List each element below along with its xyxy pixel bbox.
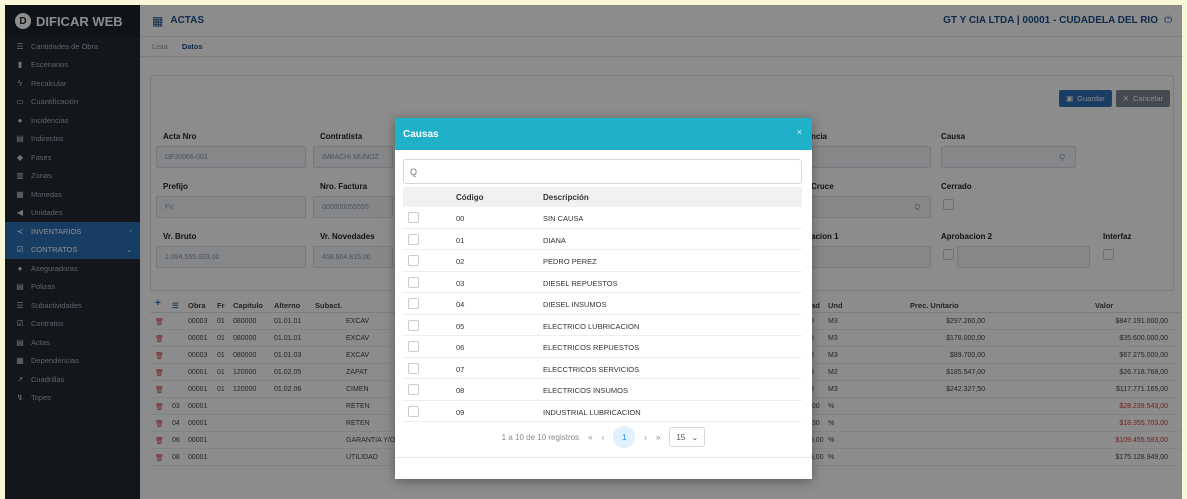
row-checkbox[interactable] [408,276,419,288]
causas-modal: Causas × Q Código Descripción 00 SIN CAUS… [395,118,812,479]
list-item[interactable]: 04 DIESEL INSUMOS [403,293,802,315]
row-checkbox[interactable] [408,405,419,417]
col-descripcion: Descripción [543,193,589,202]
row-checkbox[interactable] [408,255,419,266]
cell-codigo: 02 [456,257,465,266]
list-item[interactable]: 05 ELECTRICO LUBRICACION [403,315,802,336]
cell-codigo: 00 [456,214,465,223]
close-icon[interactable]: × [797,127,802,137]
cell-descripcion: INDUSTRIAL LUBRICACION [543,407,641,417]
row-checkbox[interactable] [408,341,419,352]
cell-codigo: 01 [456,235,465,245]
app-window: D DIFICAR WEB ☰ Cantidades de Obra ▮ Escena… [5,5,1182,499]
row-checkbox[interactable] [408,384,419,395]
modal-search-input[interactable]: Q [403,159,802,184]
row-checkbox[interactable] [408,212,419,223]
row-checkbox[interactable] [408,298,419,309]
sidebar-backdrop[interactable] [5,5,140,499]
row-checkbox[interactable] [408,362,419,374]
list-item[interactable]: 09 INDUSTRIAL LUBRICACION [403,401,802,422]
list-item[interactable]: 01 DIANA [403,229,802,250]
list-item[interactable]: 03 DIESEL REPUESTOS [403,272,802,293]
cell-codigo: 09 [456,407,465,417]
chevron-down-icon: ⌄ [691,432,699,442]
modal-table-header: Código Descripción [403,187,802,207]
pagination-summary: 1 a 10 de 10 registros [501,432,580,442]
list-item[interactable]: 00 SIN CAUSA [403,207,802,229]
last-page-icon[interactable]: » [656,433,660,442]
row-checkbox[interactable] [408,233,419,245]
cell-codigo: 04 [456,300,465,309]
cell-descripcion: DIANA [543,235,566,245]
prev-page-icon[interactable]: ‹ [602,433,605,442]
cell-descripcion: DIESEL INSUMOS [543,300,607,309]
cell-descripcion: PEDRO PEREZ [543,257,597,266]
cell-codigo: 06 [456,343,465,352]
cell-descripcion: ELECTRICO LUBRICACION [543,321,640,331]
page-size-value: 15 [676,432,686,442]
cell-codigo: 08 [456,386,465,395]
pagination: 1 a 10 de 10 registros « ‹ 1 › » 15 ⌄ [395,426,812,448]
list-item[interactable]: 07 ELECCTRICOS SERVICIOS [403,358,802,379]
col-codigo: Código [456,193,484,202]
modal-title: Causas [403,128,439,140]
cell-codigo: 07 [456,364,465,374]
first-page-icon[interactable]: « [588,433,592,442]
row-checkbox[interactable] [408,319,419,331]
search-icon: Q [410,166,418,177]
list-item[interactable]: 06 ELECTRICOS REPUESTOS [403,336,802,358]
cell-descripcion: SIN CAUSA [543,214,584,223]
cell-descripcion: ELECCTRICOS SERVICIOS [543,364,640,374]
cell-codigo: 03 [456,278,465,288]
page-button-1[interactable]: 1 [613,426,636,448]
list-item[interactable]: 08 ELECTRICOS INSUMOS [403,379,802,401]
cell-descripcion: ELECTRICOS REPUESTOS [543,343,640,352]
cell-descripcion: ELECTRICOS INSUMOS [543,386,629,395]
modal-header: Causas × [395,118,812,150]
cell-codigo: 05 [456,321,465,331]
next-page-icon[interactable]: › [644,433,647,442]
modal-footer-divider [395,457,812,458]
list-item[interactable]: 02 PEDRO PEREZ [403,250,802,272]
cell-descripcion: DIESEL REPUESTOS [543,278,618,288]
page-size-select[interactable]: 15 ⌄ [669,427,706,447]
